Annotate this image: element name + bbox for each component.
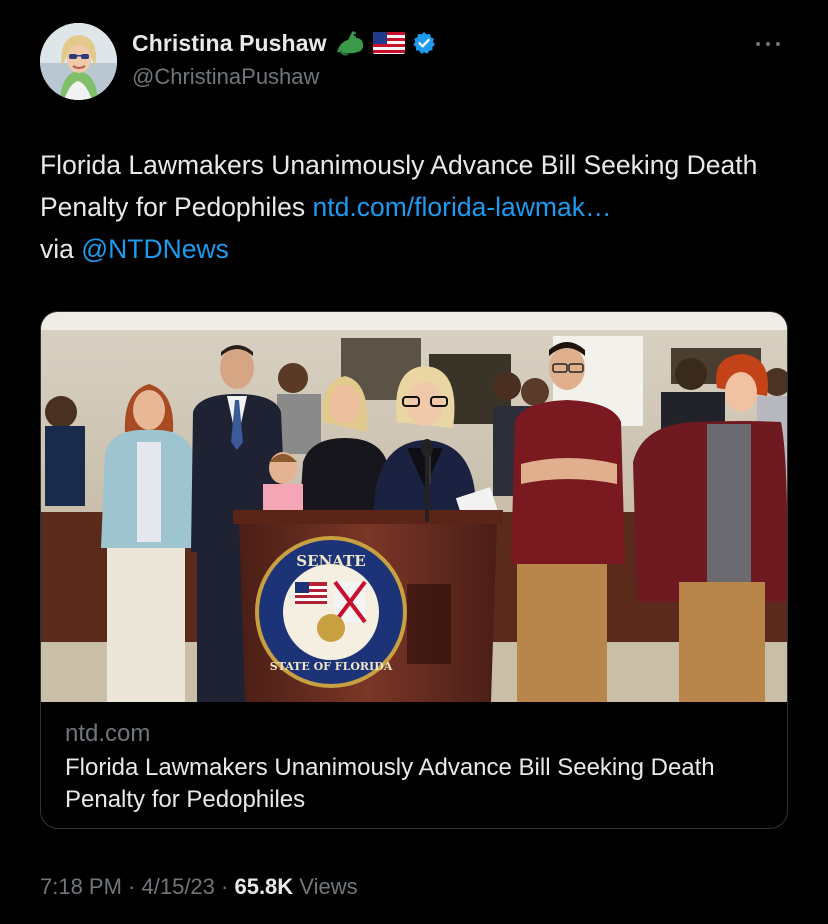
verified-badge-icon[interactable] [412,31,436,55]
author-name-row: Christina Pushaw [132,28,436,58]
views-label: Views [293,874,358,899]
views-count[interactable]: 65.8K [234,874,293,899]
tweet-time[interactable]: 7:18 PM [40,874,122,899]
press-conference-photo: SENATE STATE OF FLORIDA [41,312,787,702]
author-handle[interactable]: @ChristinaPushaw [132,64,319,90]
avatar-photo [40,23,117,100]
card-domain: ntd.com [65,720,151,747]
author-display-name[interactable]: Christina Pushaw [132,30,327,57]
article-link[interactable]: ntd.com/florida-lawmak… [313,192,612,222]
card-title: Florida Lawmakers Unanimously Advance Bi… [65,754,715,813]
avatar[interactable] [40,23,117,100]
more-dot [756,42,760,46]
tweet-meta: 7:18 PM · 4/15/23 · 65.8K Views [40,874,358,900]
us-flag-icon [372,32,405,54]
meta-separator: · [214,874,235,899]
link-card[interactable]: SENATE STATE OF FLORIDA ntd.com Florida … [40,311,788,829]
seal-top-text: SENATE [296,552,365,570]
more-options-button[interactable] [752,34,788,54]
more-dot [766,42,770,46]
mention-link[interactable]: @NTDNews [81,234,229,264]
tweet-text: Florida Lawmakers Unanimously Advance Bi… [40,144,800,270]
more-dot [776,42,780,46]
meta-separator: · [121,874,142,899]
alligator-emoji-icon [336,31,363,56]
tweet-text-via: via [40,234,82,264]
tweet-date[interactable]: 4/15/23 [142,874,215,899]
seal-bottom-text: STATE OF FLORIDA [270,660,393,673]
